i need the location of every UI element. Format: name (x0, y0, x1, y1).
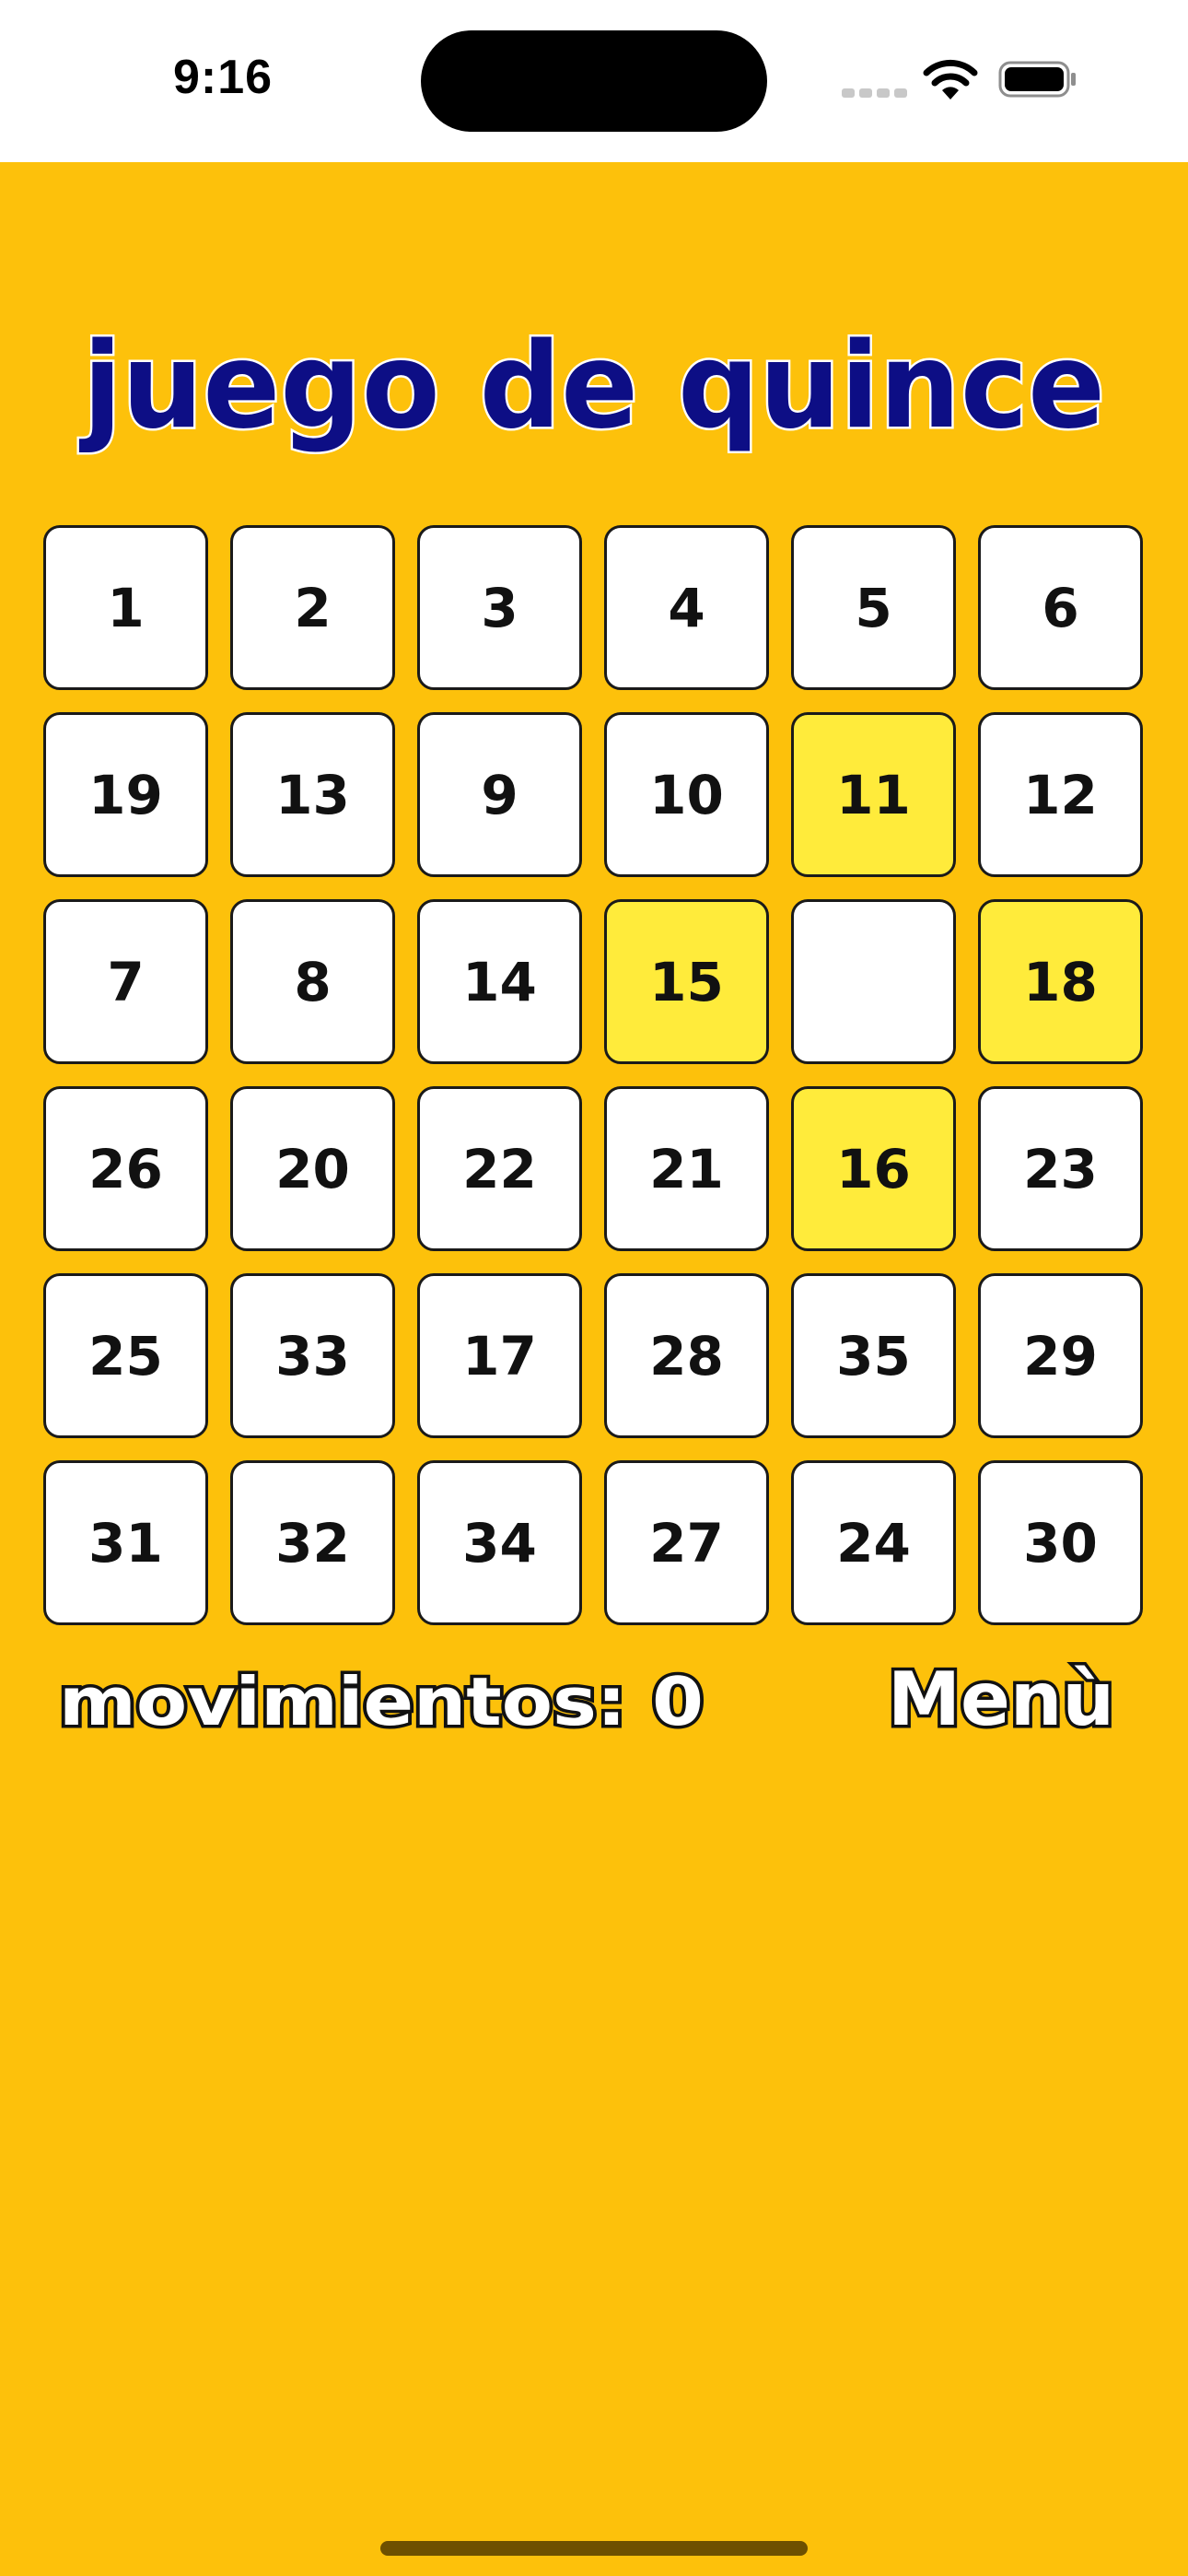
puzzle-tile[interactable]: 33 (230, 1273, 395, 1438)
puzzle-tile[interactable]: 10 (604, 712, 769, 877)
puzzle-tile[interactable]: 2 (230, 525, 395, 690)
puzzle-tile[interactable]: 3 (417, 525, 582, 690)
puzzle-tile[interactable]: 34 (417, 1460, 582, 1625)
puzzle-tile[interactable]: 35 (791, 1273, 956, 1438)
status-time: 9:16 (173, 51, 274, 104)
puzzle-tile[interactable]: 23 (978, 1086, 1143, 1251)
wifi-icon (923, 59, 978, 100)
puzzle-tile[interactable]: 7 (43, 899, 208, 1064)
puzzle-tile[interactable]: 30 (978, 1460, 1143, 1625)
puzzle-tile[interactable]: 5 (791, 525, 956, 690)
puzzle-tile[interactable]: 26 (43, 1086, 208, 1251)
puzzle-tile[interactable]: 15 (604, 899, 769, 1064)
puzzle-tile[interactable]: 20 (230, 1086, 395, 1251)
puzzle-tile[interactable]: 29 (978, 1273, 1143, 1438)
puzzle-tile[interactable]: 6 (978, 525, 1143, 690)
game-title: juego de quince (76, 316, 1108, 458)
puzzle-tile[interactable]: 17 (417, 1273, 582, 1438)
battery-icon (998, 61, 1076, 98)
menu-button-label: Menù (888, 1657, 1114, 1742)
empty-tile[interactable] (791, 899, 956, 1064)
puzzle-tile[interactable]: 28 (604, 1273, 769, 1438)
puzzle-tile[interactable]: 27 (604, 1460, 769, 1625)
puzzle-tile[interactable]: 24 (791, 1460, 956, 1625)
puzzle-tile[interactable]: 22 (417, 1086, 582, 1251)
menu-button[interactable]: Menù (884, 1649, 1124, 1751)
dynamic-island (421, 30, 767, 132)
puzzle-tile[interactable]: 19 (43, 712, 208, 877)
home-indicator[interactable] (380, 2541, 808, 2556)
puzzle-tile[interactable]: 13 (230, 712, 395, 877)
puzzle-tile[interactable]: 8 (230, 899, 395, 1064)
puzzle-tile[interactable]: 11 (791, 712, 956, 877)
puzzle-tile[interactable]: 25 (43, 1273, 208, 1438)
puzzle-tile[interactable]: 31 (43, 1460, 208, 1625)
moves-counter-text: movimientos: 0 (59, 1663, 704, 1740)
status-bar: 9:16 (0, 0, 1188, 162)
puzzle-tile[interactable]: 32 (230, 1460, 395, 1625)
puzzle-tile[interactable]: 16 (791, 1086, 956, 1251)
puzzle-tile[interactable]: 21 (604, 1086, 769, 1251)
puzzle-tile[interactable]: 1 (43, 525, 208, 690)
puzzle-tile[interactable]: 4 (604, 525, 769, 690)
puzzle-tile[interactable]: 12 (978, 712, 1143, 877)
moves-counter: movimientos: 0 (56, 1660, 707, 1744)
game-title-text: juego de quince (78, 318, 1105, 455)
puzzle-board: 1 2 3 4 5 6 19 13 9 10 11 12 7 8 14 15 18 26 20 22 21 16 23 25 3… (43, 525, 1145, 1625)
puzzle-tile[interactable]: 18 (978, 899, 1143, 1064)
puzzle-tile[interactable]: 9 (417, 712, 582, 877)
puzzle-tile[interactable]: 14 (417, 899, 582, 1064)
cellular-signal-icon (842, 88, 907, 98)
